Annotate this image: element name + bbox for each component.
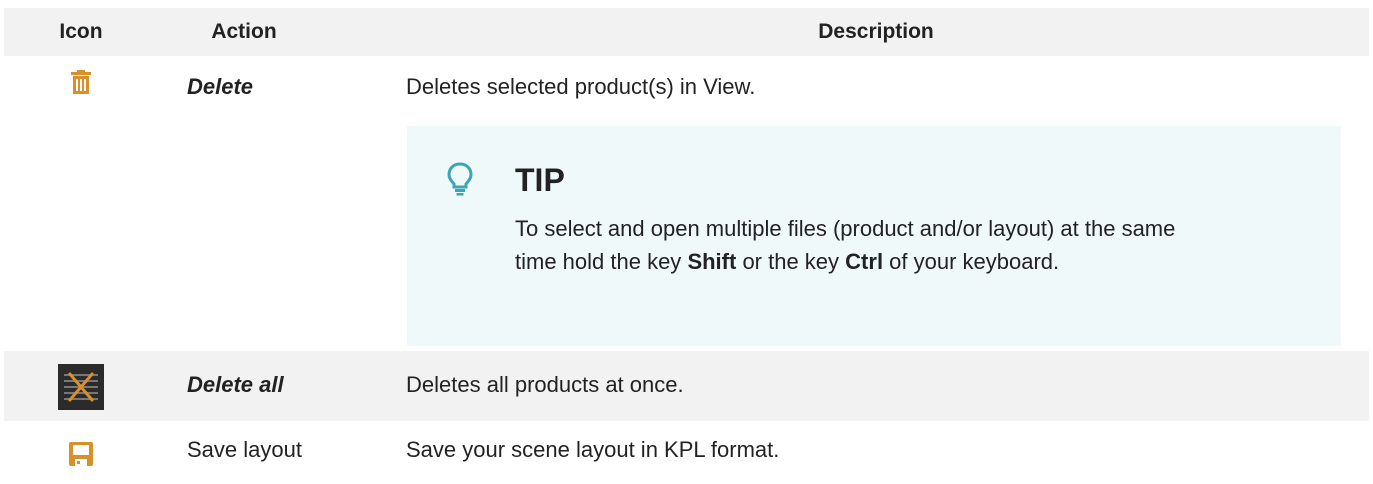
delete-all-icon [4,364,158,410]
shift-key: Shift [687,249,737,274]
table-row: Delete all Deletes all products at once. [4,351,1369,421]
table-row: Save layout Save your scene layout in KP… [4,421,1369,484]
action-delete: Delete [187,74,254,99]
tip-title: TIP [515,162,565,198]
header-icon: Icon [59,20,103,43]
header-description: Description [818,20,934,43]
tip-callout: TIP To select and open multiple files (p… [407,126,1341,346]
trash-icon [4,70,158,94]
actions-table: Icon Action Description Delete Deletes s… [4,0,1369,484]
tip-text: To select and open multiple files (produ… [515,216,1176,274]
description-delete-all: Deletes all products at once. [406,372,684,397]
table-row: Delete Deletes selected product(s) in Vi… [4,56,1369,351]
header-action: Action [211,20,277,43]
description-delete: Deletes selected product(s) in View. [406,74,756,99]
save-icon [4,442,158,466]
action-save-layout: Save layout [187,437,302,462]
lightbulb-icon [447,162,473,201]
description-save-layout: Save your scene layout in KPL format. [406,437,780,462]
ctrl-key: Ctrl [845,249,884,274]
action-delete-all: Delete all [187,372,284,397]
table-header: Icon Action Description [4,8,1369,56]
